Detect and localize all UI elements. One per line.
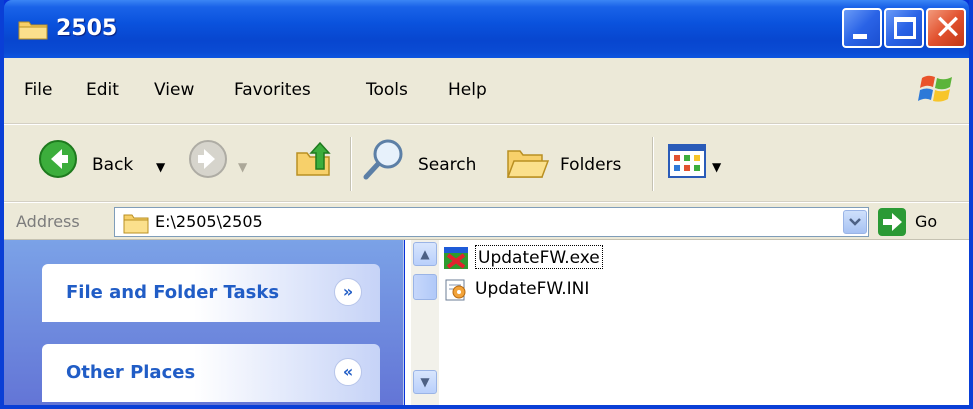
views-button[interactable]: ▼ (664, 133, 734, 193)
folder-icon (123, 214, 149, 234)
menu-file[interactable]: File (24, 78, 52, 102)
toolbar-separator (652, 137, 654, 191)
forward-arrow-icon (189, 140, 227, 178)
file-name: UpdateFW.INI (475, 279, 590, 299)
menu-bar: File Edit View Favorites Tools Help (4, 58, 969, 124)
scroll-down-button[interactable]: ▼ (413, 370, 437, 394)
back-label: Back (92, 155, 134, 175)
explorer-window: 2505 ✕ File Edit View Favorites Tools He… (0, 0, 973, 409)
up-folder-button[interactable] (288, 133, 338, 193)
menu-help[interactable]: Help (448, 78, 487, 102)
maximize-button[interactable] (884, 8, 924, 48)
address-value: E:\2505\2505 (155, 212, 263, 231)
toolbar: Back ▼ ▼ Search Folders ▼ (4, 124, 969, 202)
task-header-file-folder[interactable]: File and Folder Tasks » (42, 264, 380, 322)
search-label: Search (418, 155, 477, 175)
minimize-icon (853, 34, 867, 39)
go-label[interactable]: Go (915, 209, 937, 235)
minimize-button[interactable] (842, 8, 882, 48)
forward-button[interactable]: ▼ (180, 133, 270, 193)
address-bar: Address E:\2505\2505 Go (4, 202, 969, 240)
toolbar-separator (350, 137, 352, 191)
views-icon (668, 144, 706, 178)
menu-favorites[interactable]: Favorites (234, 78, 311, 102)
scroll-thumb[interactable] (413, 274, 437, 300)
ini-settings-icon (445, 279, 466, 301)
file-list: ▲ ▼ UpdateFW.exe UpdateFW.INI (405, 240, 969, 405)
folders-label: Folders (560, 155, 622, 175)
task-header-other-places[interactable]: Other Places « (42, 344, 380, 402)
go-arrow-icon (883, 213, 902, 231)
search-button[interactable]: Search (358, 133, 494, 193)
file-name: UpdateFW.exe (475, 245, 603, 269)
address-input[interactable]: E:\2505\2505 (114, 207, 869, 237)
menu-edit[interactable]: Edit (86, 78, 119, 102)
back-button[interactable]: Back ▼ (14, 133, 174, 193)
up-folder-icon (296, 141, 331, 176)
task-title: File and Folder Tasks (66, 282, 280, 303)
back-arrow-icon (39, 140, 77, 178)
task-pane: File and Folder Tasks » Other Places « (4, 240, 404, 405)
views-dropdown-icon[interactable]: ▼ (712, 155, 721, 179)
address-dropdown-button[interactable] (843, 210, 867, 234)
menu-tools[interactable]: Tools (366, 78, 408, 102)
folders-button[interactable]: Folders (502, 133, 642, 193)
forward-dropdown-icon: ▼ (238, 160, 248, 174)
folders-icon (506, 150, 550, 178)
folder-icon (18, 21, 48, 40)
task-title: Other Places (66, 362, 196, 383)
chevron-down-icon[interactable]: » (334, 278, 362, 306)
title-bar[interactable]: 2505 ✕ (4, 0, 969, 58)
chevron-up-icon[interactable]: « (334, 358, 362, 386)
menu-view[interactable]: View (154, 78, 194, 102)
windows-logo-icon (918, 75, 952, 102)
back-dropdown-icon[interactable]: ▼ (156, 155, 165, 179)
vertical-scrollbar[interactable]: ▲ ▼ (411, 240, 439, 405)
chevron-down-icon (849, 218, 861, 226)
close-button[interactable]: ✕ (926, 8, 966, 48)
address-label: Address (16, 212, 80, 231)
search-icon (363, 139, 403, 180)
go-button[interactable] (878, 208, 906, 236)
scroll-up-button[interactable]: ▲ (413, 242, 437, 266)
maximize-icon (894, 17, 916, 39)
window-title: 2505 (56, 16, 118, 41)
close-icon: ✕ (933, 8, 963, 48)
exe-icon (444, 247, 468, 269)
